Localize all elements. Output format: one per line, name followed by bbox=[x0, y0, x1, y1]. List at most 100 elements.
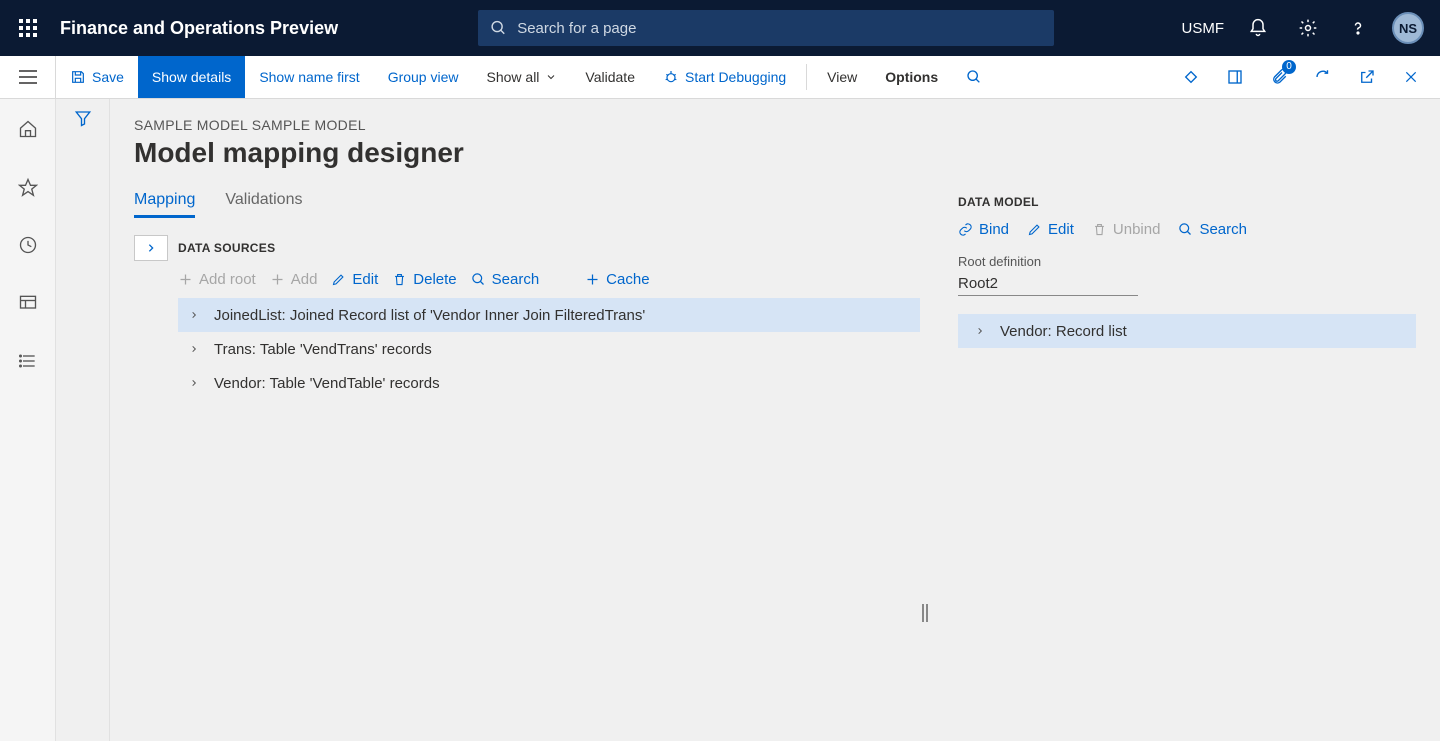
nav-recent[interactable] bbox=[8, 225, 48, 265]
popout-button[interactable] bbox=[1348, 58, 1386, 96]
chevron-right-icon bbox=[146, 242, 156, 254]
chevron-down-icon bbox=[545, 71, 557, 83]
diamond-button[interactable] bbox=[1172, 58, 1210, 96]
ds-edit-button[interactable]: Edit bbox=[331, 271, 378, 288]
diamond-icon bbox=[1182, 68, 1200, 86]
tab-mapping[interactable]: Mapping bbox=[134, 191, 195, 218]
tree-row[interactable]: Trans: Table 'VendTrans' records bbox=[178, 332, 920, 366]
show-name-first-button[interactable]: Show name first bbox=[245, 56, 373, 98]
app-title: Finance and Operations Preview bbox=[60, 18, 338, 39]
trash-icon bbox=[1092, 222, 1107, 237]
page-body: SAMPLE MODEL SAMPLE MODEL Model mapping … bbox=[110, 99, 1440, 741]
start-debugging-button[interactable]: Start Debugging bbox=[649, 56, 800, 98]
ds-search-button[interactable]: Search bbox=[471, 271, 540, 288]
view-label: View bbox=[827, 69, 857, 85]
data-sources-toolbar: Add root Add Edit Delete bbox=[134, 271, 920, 288]
options-label: Options bbox=[885, 69, 938, 85]
caret-icon[interactable] bbox=[188, 378, 200, 388]
plus-icon bbox=[270, 272, 285, 287]
group-view-label: Group view bbox=[388, 69, 459, 85]
nav-workspaces[interactable] bbox=[8, 283, 48, 323]
show-all-dropdown[interactable]: Show all bbox=[473, 56, 572, 98]
workspace-icon bbox=[18, 293, 38, 313]
search-icon bbox=[490, 19, 507, 37]
caret-icon[interactable] bbox=[188, 310, 200, 320]
bind-label: Bind bbox=[979, 221, 1009, 238]
tree-row-label: JoinedList: Joined Record list of 'Vendo… bbox=[214, 307, 645, 324]
add-root-label: Add root bbox=[199, 271, 256, 288]
save-button[interactable]: Save bbox=[56, 56, 138, 98]
unbind-label: Unbind bbox=[1113, 221, 1161, 238]
tree-row-label: Trans: Table 'VendTrans' records bbox=[214, 341, 432, 358]
splitter[interactable] bbox=[920, 485, 930, 741]
help-button[interactable] bbox=[1342, 12, 1374, 44]
nav-toggle-button[interactable] bbox=[0, 56, 56, 98]
dm-search-button[interactable]: Search bbox=[1178, 221, 1247, 238]
dm-edit-button[interactable]: Edit bbox=[1027, 221, 1074, 238]
ds-search-label: Search bbox=[492, 271, 540, 288]
ds-delete-button[interactable]: Delete bbox=[392, 271, 456, 288]
nav-modules[interactable] bbox=[8, 341, 48, 381]
close-button[interactable] bbox=[1392, 58, 1430, 96]
hamburger-icon bbox=[19, 70, 37, 84]
show-details-button[interactable]: Show details bbox=[138, 56, 245, 98]
nav-home[interactable] bbox=[8, 109, 48, 149]
search-icon bbox=[1178, 222, 1193, 237]
pencil-icon bbox=[1027, 222, 1042, 237]
avatar[interactable]: NS bbox=[1392, 12, 1424, 44]
header-right: USMF NS bbox=[1182, 12, 1433, 44]
panel-collapse-button[interactable] bbox=[134, 235, 168, 261]
link-icon bbox=[958, 222, 973, 237]
page-title: Model mapping designer bbox=[134, 137, 1416, 169]
bell-icon bbox=[1248, 18, 1268, 38]
tree-row[interactable]: Vendor: Table 'VendTable' records bbox=[178, 366, 920, 400]
ds-edit-label: Edit bbox=[352, 271, 378, 288]
cache-button[interactable]: Cache bbox=[585, 271, 649, 288]
search-command-button[interactable] bbox=[952, 56, 996, 98]
start-debugging-label: Start Debugging bbox=[685, 69, 786, 85]
tab-mapping-label: Mapping bbox=[134, 191, 195, 208]
validate-button[interactable]: Validate bbox=[571, 56, 649, 98]
command-bar-row: Save Show details Show name first Group … bbox=[0, 56, 1440, 99]
app-launcher-button[interactable] bbox=[8, 8, 48, 48]
refresh-button[interactable] bbox=[1304, 58, 1342, 96]
options-menu[interactable]: Options bbox=[871, 56, 952, 98]
breadcrumb: SAMPLE MODEL SAMPLE MODEL bbox=[134, 117, 1416, 133]
tab-validations-label: Validations bbox=[225, 191, 302, 208]
caret-icon[interactable] bbox=[974, 326, 986, 336]
separator bbox=[806, 64, 807, 90]
show-details-label: Show details bbox=[152, 69, 231, 85]
tab-validations[interactable]: Validations bbox=[225, 191, 302, 218]
clock-icon bbox=[18, 235, 38, 255]
dm-edit-label: Edit bbox=[1048, 221, 1074, 238]
filter-icon bbox=[74, 109, 92, 127]
search-input[interactable] bbox=[517, 20, 1042, 37]
nav-favorites[interactable] bbox=[8, 167, 48, 207]
refresh-icon bbox=[1314, 68, 1332, 86]
chevron-right-icon bbox=[190, 310, 198, 320]
search-icon bbox=[471, 272, 486, 287]
company-code[interactable]: USMF bbox=[1182, 20, 1225, 37]
show-name-first-label: Show name first bbox=[259, 69, 359, 85]
tree-row[interactable]: Vendor: Record list bbox=[958, 314, 1416, 348]
filter-button[interactable] bbox=[74, 109, 92, 741]
pane-icon bbox=[1226, 68, 1244, 86]
bind-button[interactable]: Bind bbox=[958, 221, 1009, 238]
search-box[interactable] bbox=[478, 10, 1054, 46]
left-nav bbox=[0, 99, 56, 741]
tree-row[interactable]: JoinedList: Joined Record list of 'Vendo… bbox=[178, 298, 920, 332]
root-definition-label: Root definition bbox=[958, 254, 1416, 269]
tree-row-label: Vendor: Record list bbox=[1000, 323, 1127, 340]
notifications-button[interactable] bbox=[1242, 12, 1274, 44]
group-view-button[interactable]: Group view bbox=[374, 56, 473, 98]
data-sources-title: DATA SOURCES bbox=[178, 241, 275, 255]
save-label: Save bbox=[92, 69, 124, 85]
caret-icon[interactable] bbox=[188, 344, 200, 354]
root-definition-value[interactable]: Root2 bbox=[958, 275, 1138, 296]
popout-icon bbox=[1358, 68, 1376, 86]
pane-button[interactable] bbox=[1216, 58, 1254, 96]
data-model-title: DATA MODEL bbox=[958, 195, 1416, 209]
settings-button[interactable] bbox=[1292, 12, 1324, 44]
attachments-button[interactable]: 0 bbox=[1260, 58, 1298, 96]
view-menu[interactable]: View bbox=[813, 56, 871, 98]
